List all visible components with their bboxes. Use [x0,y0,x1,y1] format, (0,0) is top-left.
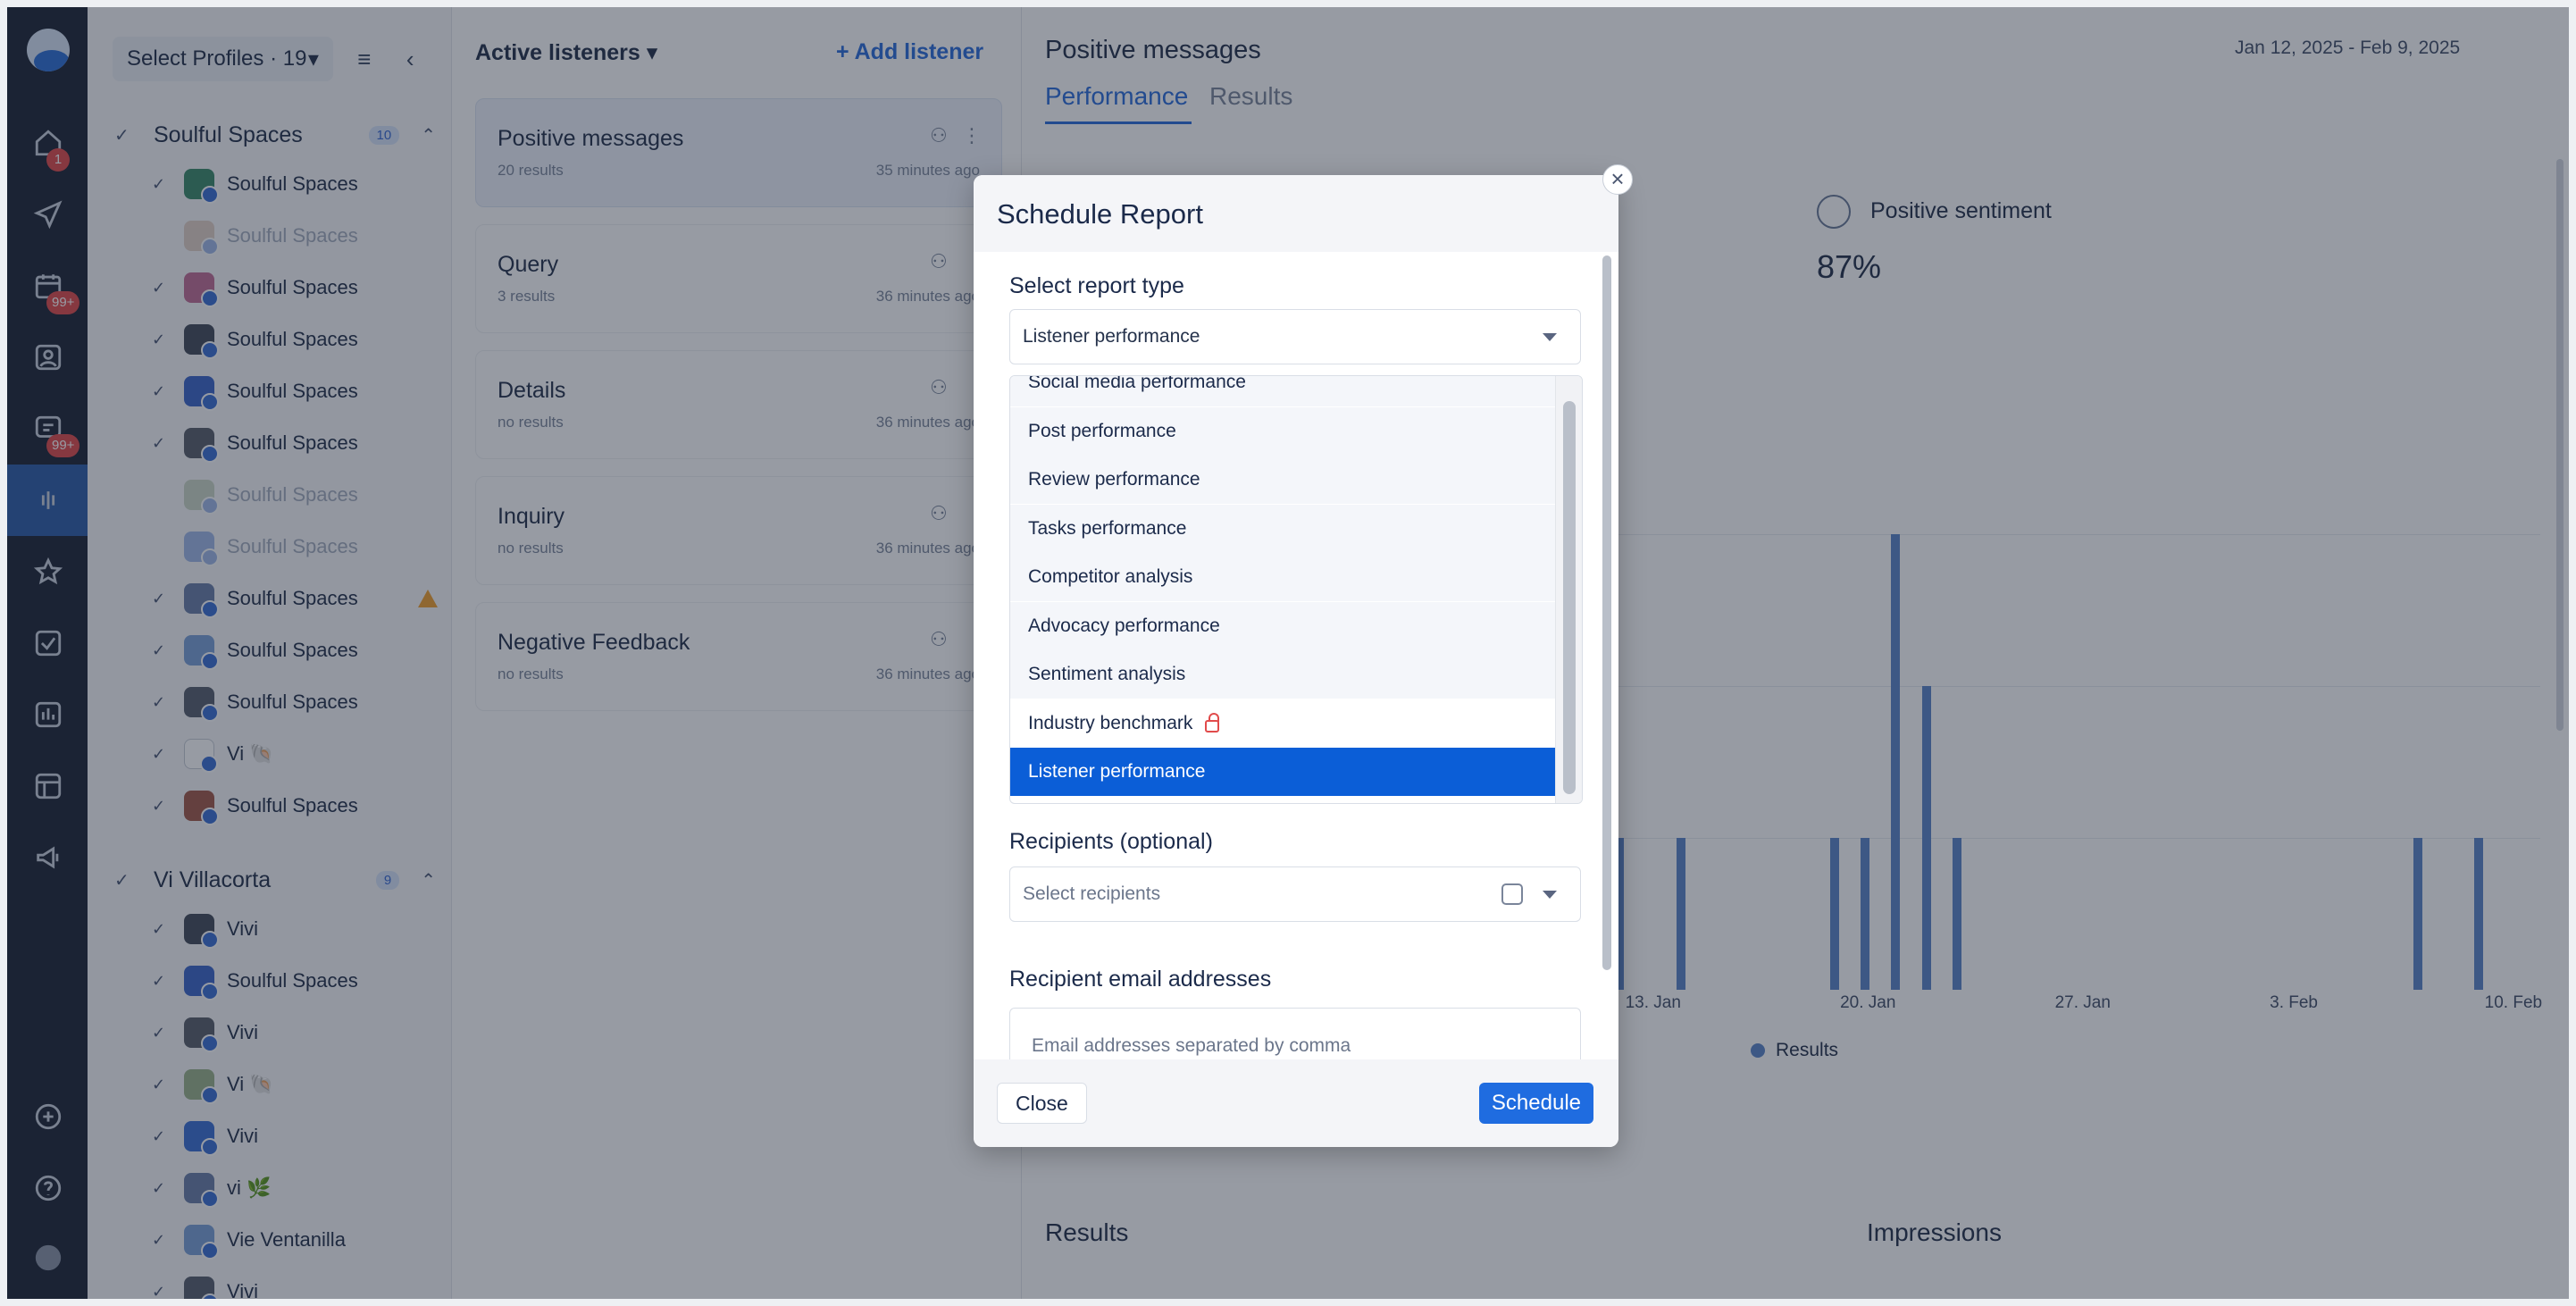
report-type-label: Select report type [1009,273,1184,298]
dropdown-option[interactable]: Advocacy performance [1010,601,1557,650]
dropdown-option[interactable]: Sentiment analysis [1010,650,1557,699]
schedule-report-modal: Schedule Report Select report type Liste… [974,175,1618,1147]
dropdown-option[interactable]: Industry benchmark [1010,699,1557,748]
dropdown-option-label: Social media performance [1028,375,1246,392]
report-type-select[interactable]: Listener performance [1009,309,1581,364]
app-window: 1 99+ 99+ Select Profiles · 19 ▾ ≡ ‹ ✓ S… [7,7,2569,1299]
recipients-label: Recipients (optional) [1009,829,1213,854]
caret-down-icon [1543,333,1557,341]
close-icon[interactable]: × [1602,164,1633,195]
dropdown-option-label: Advocacy performance [1028,615,1220,636]
modal-header: Schedule Report [974,175,1618,252]
caret-down-icon [1543,891,1557,899]
modal-scrollbar[interactable] [1601,255,1613,1051]
dropdown-option[interactable]: Listener performance [1010,748,1557,796]
dropdown-option[interactable]: Tasks performance [1010,504,1557,553]
report-type-value: Listener performance [1023,326,1200,347]
dropdown-option[interactable]: Social media performance [1010,375,1557,406]
dropdown-option[interactable]: Review performance [1010,456,1557,504]
schedule-button[interactable]: Schedule [1478,1083,1593,1124]
dropdown-option-label: Competitor analysis [1028,566,1193,587]
lock-icon [1205,712,1220,733]
dropdown-option-label: Sentiment analysis [1028,664,1186,684]
recipients-select[interactable]: Select recipients [1009,866,1581,922]
modal-footer: Close Schedule [974,1059,1618,1147]
modal-title: Schedule Report [997,198,1203,230]
dropdown-option[interactable]: Competitor analysis [1010,553,1557,601]
dropdown-option-label: Listener performance [1028,761,1206,782]
report-type-dropdown: Social media performance Post performance… [1009,375,1583,804]
copy-icon[interactable] [1501,883,1523,905]
recipients-placeholder: Select recipients [1023,883,1161,904]
emails-label: Recipient email addresses [1009,967,1272,992]
email-addresses-placeholder: Email addresses separated by comma [1032,1035,1351,1056]
dropdown-option-label: Post performance [1028,420,1176,441]
dropdown-option[interactable]: Post performance [1010,406,1557,456]
dropdown-scroll-thumb[interactable] [1563,401,1576,794]
close-button[interactable]: Close [997,1083,1087,1124]
modal-scroll-thumb[interactable] [1602,255,1611,970]
dropdown-option-label: Review performance [1028,469,1200,490]
dropdown-option-label: Industry benchmark [1028,712,1193,733]
dropdown-scrollbar[interactable] [1555,376,1582,803]
dropdown-option-label: Tasks performance [1028,517,1187,539]
